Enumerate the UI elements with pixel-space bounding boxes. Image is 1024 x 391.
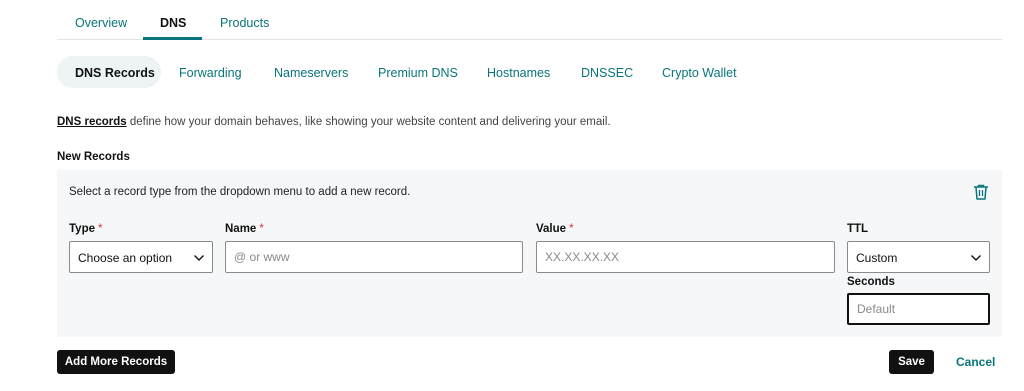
- tab-overview[interactable]: Overview: [75, 16, 127, 30]
- new-record-panel: Select a record type from the dropdown m…: [57, 170, 1002, 337]
- panel-hint: Select a record type from the dropdown m…: [69, 186, 411, 198]
- save-button[interactable]: Save: [889, 350, 934, 374]
- dns-records-link[interactable]: DNS records: [57, 116, 127, 128]
- subtab-dnssec[interactable]: DNSSEC: [581, 66, 633, 80]
- ttl-label: TTL: [847, 223, 869, 235]
- name-label: Name *: [225, 223, 264, 235]
- ttl-select-value: Custom: [856, 251, 898, 265]
- required-mark: *: [98, 223, 103, 235]
- value-input[interactable]: [537, 242, 834, 272]
- ttl-select[interactable]: Custom: [847, 241, 990, 273]
- subtab-premium-dns[interactable]: Premium DNS: [378, 66, 458, 80]
- subtab-nameservers[interactable]: Nameservers: [274, 66, 348, 80]
- subtab-forwarding[interactable]: Forwarding: [179, 66, 242, 80]
- seconds-input[interactable]: [849, 295, 988, 323]
- seconds-label: Seconds: [847, 276, 895, 288]
- type-label: Type *: [69, 223, 103, 235]
- section-title: New Records: [57, 151, 130, 163]
- seconds-field-wrapper: [847, 293, 990, 325]
- type-select[interactable]: Choose an option: [69, 241, 213, 273]
- subtab-dns-records[interactable]: DNS Records: [75, 66, 155, 80]
- required-mark: *: [569, 223, 574, 235]
- value-label: Value *: [536, 223, 574, 235]
- active-tab-indicator: [143, 37, 202, 40]
- intro-description: define how your domain behaves, like sho…: [126, 116, 611, 128]
- subtab-hostnames[interactable]: Hostnames: [487, 66, 550, 80]
- type-select-value: Choose an option: [78, 251, 173, 265]
- intro-text: DNS records define how your domain behav…: [57, 116, 611, 128]
- name-field-wrapper: [225, 241, 523, 273]
- required-mark: *: [259, 223, 264, 235]
- value-field-wrapper: [536, 241, 835, 273]
- add-more-records-button[interactable]: Add More Records: [57, 350, 175, 374]
- subtab-crypto-wallet[interactable]: Crypto Wallet: [662, 66, 737, 80]
- cancel-button[interactable]: Cancel: [956, 355, 995, 369]
- trash-icon[interactable]: [972, 183, 990, 201]
- chevron-down-icon: [971, 255, 981, 261]
- tab-products[interactable]: Products: [220, 16, 269, 30]
- top-tab-bar: Overview DNS Products: [57, 0, 1002, 40]
- chevron-down-icon: [194, 255, 204, 261]
- name-input[interactable]: [226, 242, 522, 272]
- tab-dns[interactable]: DNS: [160, 16, 186, 30]
